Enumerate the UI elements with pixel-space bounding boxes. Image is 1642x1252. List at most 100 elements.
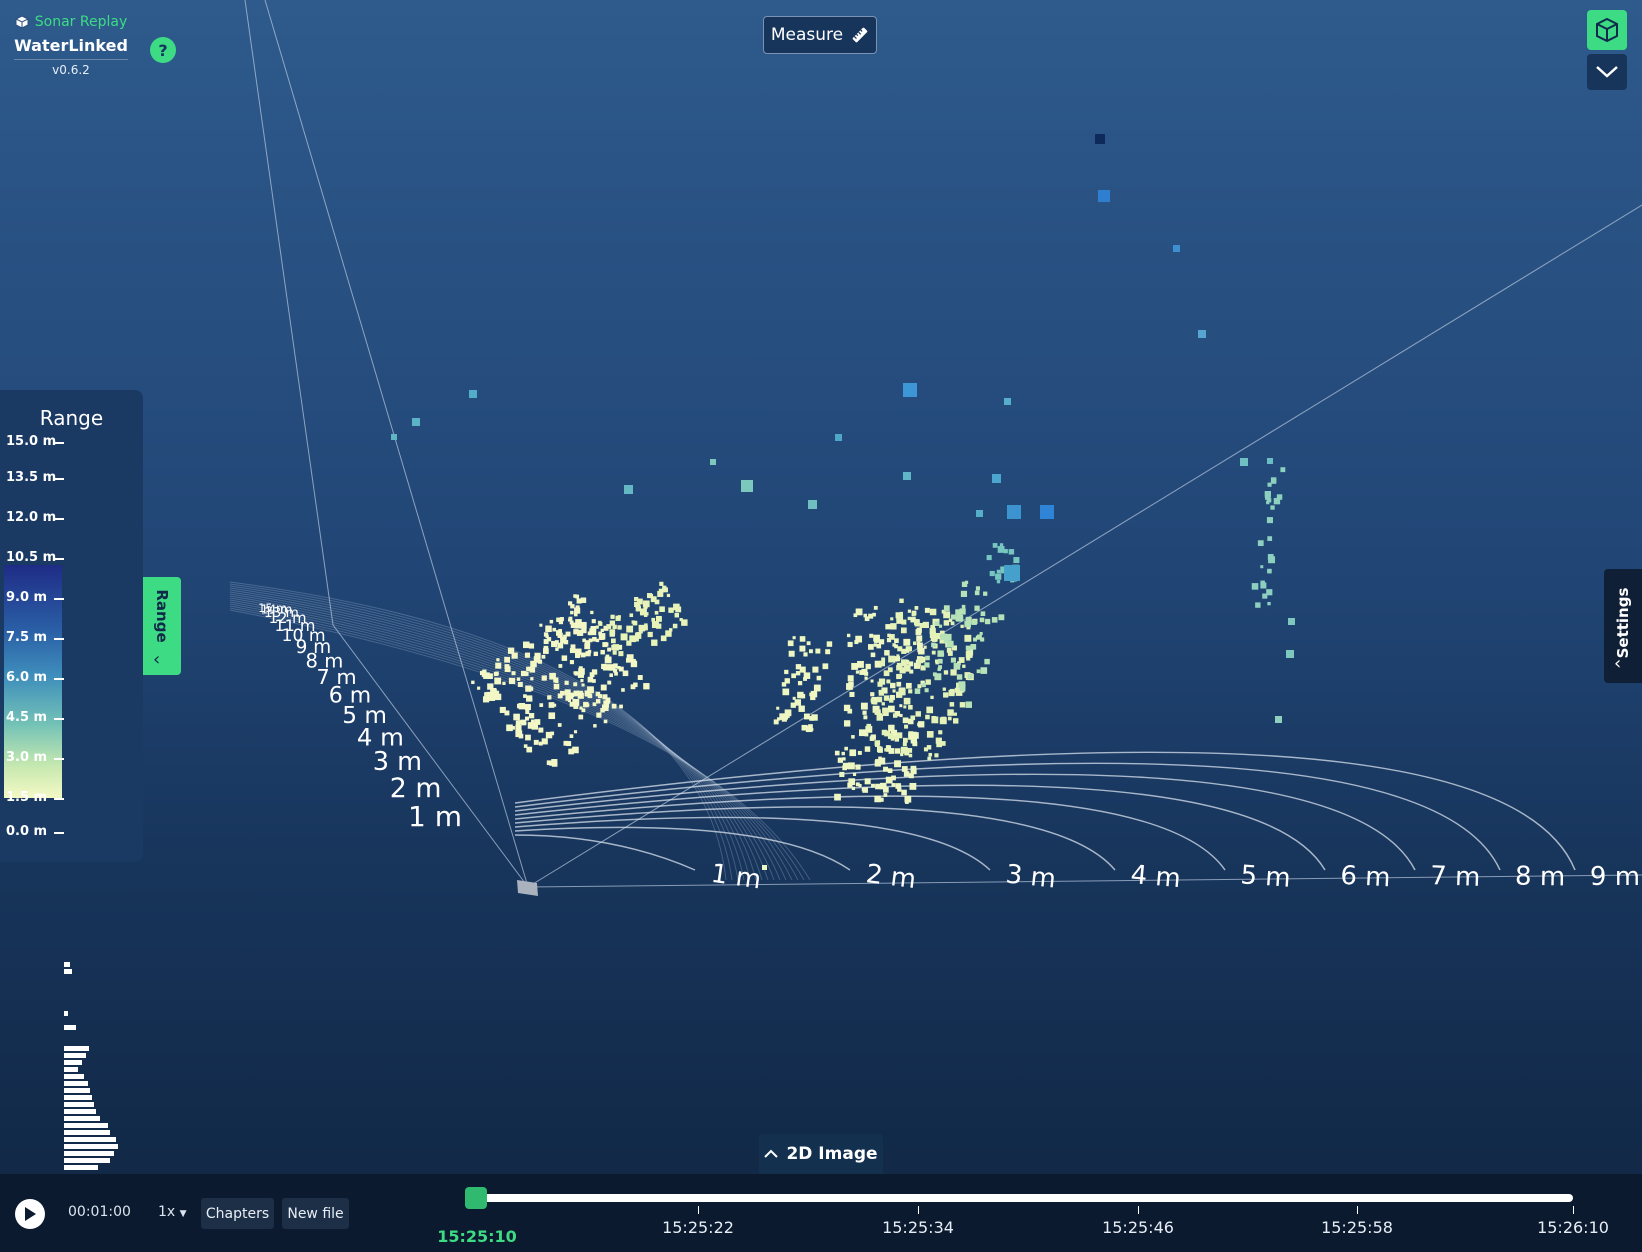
histogram-bar [64,969,72,974]
sonar-point [960,590,968,597]
sonar-point [882,710,889,717]
sonar-point [660,635,667,642]
sonar-point [1262,593,1268,599]
sonar-point [799,645,806,652]
sonar-point [989,570,995,577]
range-title: Range [39,406,104,430]
view-cube-button[interactable] [1587,10,1627,50]
timeline-tick [918,1206,919,1214]
sonar-point [799,666,806,673]
sonar-point [904,795,912,803]
sonar-point [569,648,575,654]
sonar-point [496,658,500,662]
sonar-point [815,648,821,654]
sonar-point [926,706,934,714]
range-tick-label: 4.5 m [6,710,48,725]
sonar-point [871,783,875,788]
range-tick-mark [54,718,64,720]
sonar-point [846,683,853,690]
sonar-point [902,737,908,743]
sonar-point [910,715,916,721]
sonar-point [890,682,896,689]
sonar-point [790,702,796,708]
sonar-point [894,748,901,754]
new-file-button[interactable]: New file [282,1198,349,1229]
sonar-point [784,669,789,675]
sonar-point [905,682,912,689]
left-grid-label: 15 m [258,602,287,615]
histogram-bar [64,1011,68,1016]
range-panel-toggle[interactable]: Range ‹ [143,577,181,675]
sonar-point [903,383,917,397]
sonar-point [569,734,574,738]
sonar-point [884,748,888,752]
playback-speed-select[interactable]: 1x ▼ [158,1204,187,1220]
sonar-point [859,729,866,736]
sonar-point [595,638,600,643]
sonar-point [1095,134,1105,144]
timeline-track[interactable] [478,1194,1573,1202]
sonar-point [964,634,972,642]
sonar-point [974,605,980,611]
sonar-point [647,631,653,638]
settings-tab-label: Settings [1614,587,1632,659]
sonar-point [999,543,1004,547]
sonar-point [927,756,932,761]
sonar-point [992,543,998,548]
sonar-point [812,666,819,673]
sonar-point [965,645,971,651]
sonar-point [816,675,822,681]
sonar-point [873,605,878,610]
sonar-point [573,704,579,709]
sonar-point [855,670,860,674]
chapters-button[interactable]: Chapters [201,1198,274,1229]
sonar-point [887,667,893,673]
sonar-point [826,641,833,647]
sonar-point [587,676,594,683]
sonar-point [1255,602,1261,608]
range-tab-label: Range [153,589,171,643]
sonar-point [937,658,943,664]
sonar-point [917,639,921,643]
chevron-down-icon [1596,66,1618,78]
sonar-point [996,579,1001,584]
sonar-point [577,692,584,699]
front-grid-label: 2 m [864,859,917,895]
range-tick-label: 12.0 m [6,510,57,525]
sonar-point [643,683,650,690]
sonar-3d-viewport[interactable]: 1 m2 m3 m4 m5 m6 m7 m8 m9 m1 m2 m3 m4 m5… [0,0,1642,1252]
help-button[interactable]: ? [150,37,176,63]
sonar-point [578,714,584,720]
sonar-point [1040,505,1054,519]
histogram-bar [64,1025,76,1030]
sonar-point [619,704,623,709]
sonar-point [626,640,632,646]
sonar-point [545,625,552,633]
sonar-point [471,680,475,685]
sonar-point [841,751,845,756]
play-button[interactable] [15,1199,45,1229]
measure-button[interactable]: Measure [763,16,877,54]
timeline-handle[interactable] [465,1187,487,1209]
view-options-button[interactable] [1587,54,1627,90]
sonar-point [557,723,562,727]
sonar-point [855,764,861,770]
sonar-point [900,659,908,667]
sonar-point [487,673,493,680]
sonar-point [907,609,912,613]
sonar-point [907,646,912,652]
2d-image-toggle[interactable]: 2D Image [759,1134,883,1174]
settings-panel-toggle[interactable]: Settings ‹ [1604,569,1642,683]
sonar-point [962,664,966,668]
range-tick-label: 1.5 m [6,790,48,805]
sonar-point [950,621,955,626]
elapsed-time: 00:01:00 [68,1204,131,1220]
sonar-point [617,666,621,670]
sonar-point [596,712,602,718]
sonar-point [779,713,786,720]
sonar-point [997,546,1005,553]
sonar-point [517,682,523,687]
sonar-point [937,650,944,657]
sonar-point [797,691,804,699]
sonar-point [609,673,614,678]
